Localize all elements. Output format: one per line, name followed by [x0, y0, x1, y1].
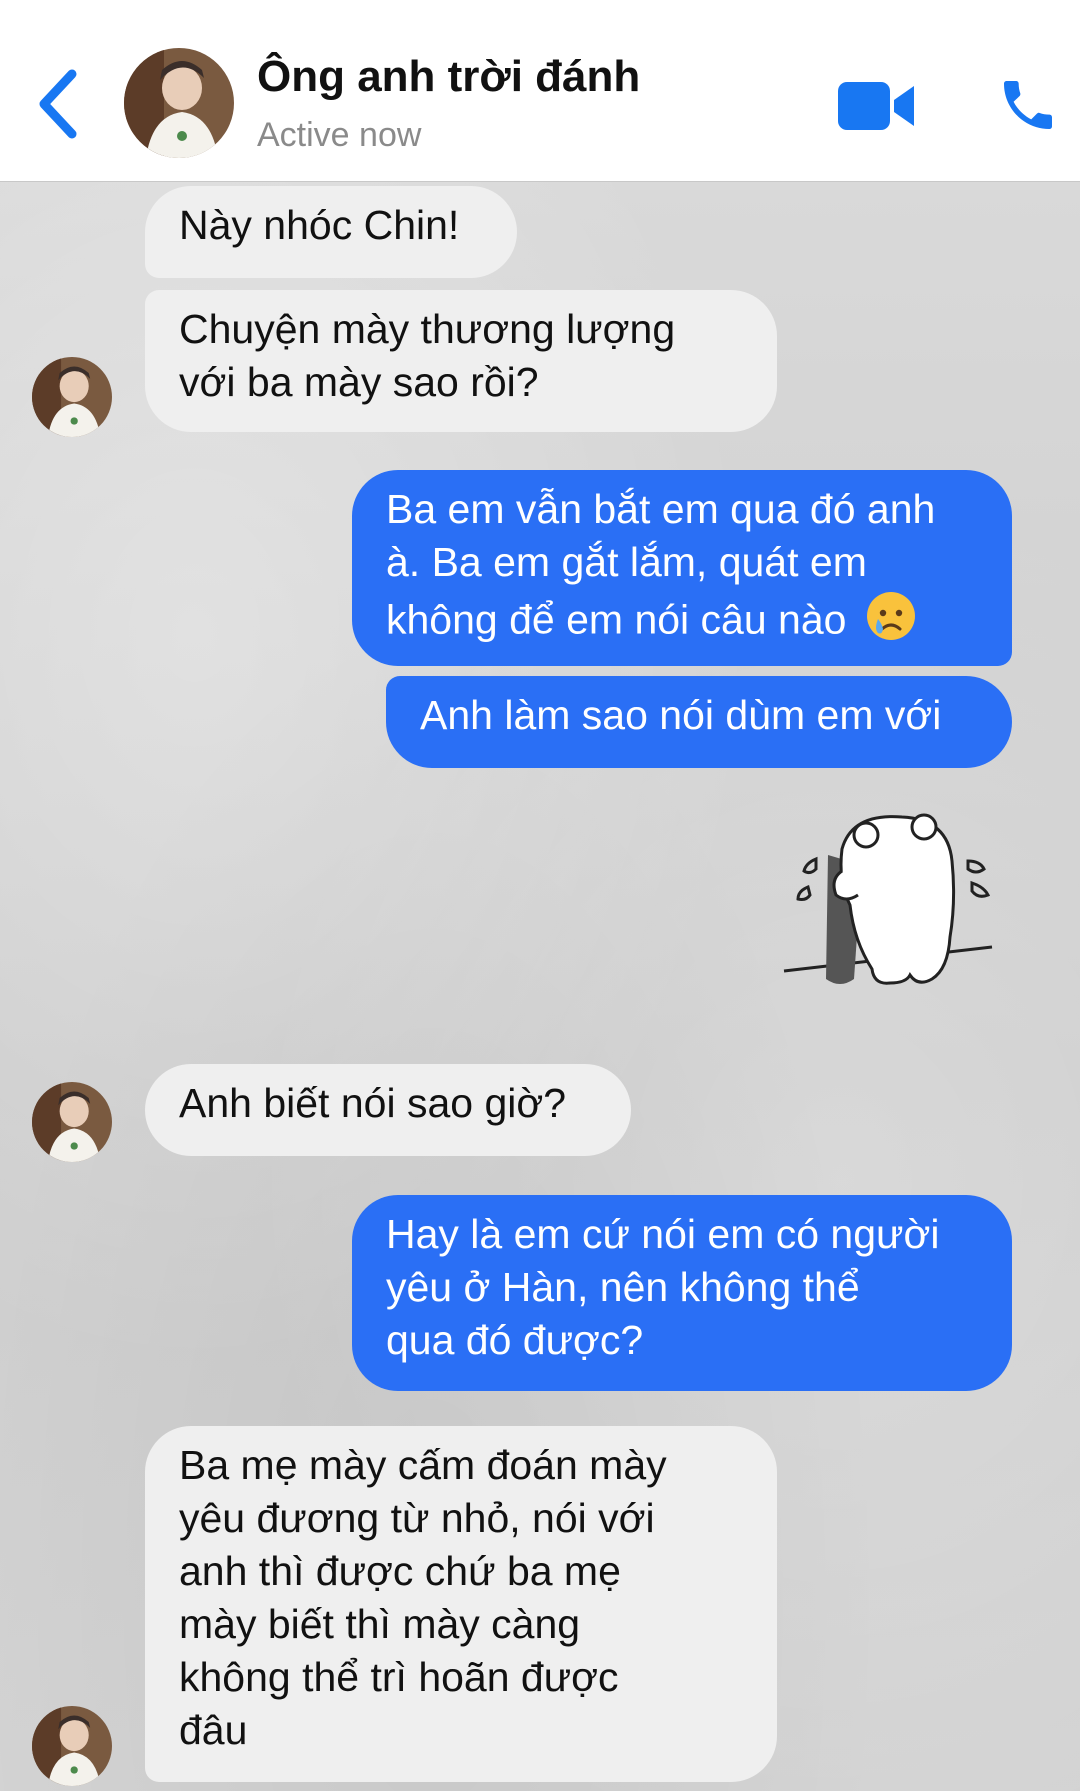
active-status: Active now — [257, 116, 422, 154]
sender-avatar[interactable] — [32, 357, 112, 437]
voice-call-button[interactable] — [996, 72, 1060, 138]
sender-avatar[interactable] — [32, 1082, 112, 1162]
incoming-message[interactable]: Chuyện mày thương lượng với ba mày sao r… — [145, 290, 777, 432]
incoming-message[interactable]: Anh biết nói sao giờ? — [145, 1064, 631, 1156]
message-text-line: yêu ở Hàn, nên không thể — [386, 1264, 860, 1310]
message-text: Anh biết nói sao giờ? — [179, 1080, 567, 1126]
message-text-line: yêu đương từ nhỏ, nói với — [179, 1495, 655, 1541]
video-camera-icon — [838, 82, 914, 130]
contact-avatar[interactable] — [124, 48, 234, 158]
message-text: Này nhóc Chin! — [179, 202, 460, 248]
phone-icon — [1004, 81, 1052, 129]
sad-tear-emoji-icon — [864, 589, 918, 656]
message-text-line: Chuyện mày thương lượng — [179, 306, 676, 352]
message-text-line: không để em nói câu nào — [386, 596, 847, 643]
video-call-button[interactable] — [836, 76, 918, 136]
message-text-line: không thể trì hoãn được — [179, 1654, 619, 1700]
outgoing-message[interactable]: Hay là em cứ nói em có người yêu ở Hàn, … — [352, 1195, 1012, 1391]
message-text-line: Hay là em cứ nói em có người — [386, 1211, 940, 1257]
chevron-left-icon — [39, 69, 77, 139]
message-text-line: Ba em vẫn bắt em qua đó anh — [386, 486, 936, 532]
crying-bear-sticker[interactable] — [782, 809, 1014, 1001]
chat-header: Ông anh trời đánh Active now — [0, 0, 1080, 182]
message-text-line: à. Ba em gắt lắm, quát em — [386, 539, 867, 585]
message-text-line: đâu — [179, 1707, 248, 1753]
sender-avatar[interactable] — [32, 1706, 112, 1786]
back-button[interactable] — [36, 68, 86, 140]
message-text-line: mày biết thì mày càng — [179, 1601, 581, 1647]
message-text: Anh làm sao nói dùm em với — [420, 692, 942, 738]
message-text-line: qua đó được? — [386, 1317, 644, 1363]
message-text-line: anh thì được chứ ba mẹ — [179, 1548, 621, 1594]
incoming-message[interactable]: Này nhóc Chin! — [145, 186, 517, 278]
outgoing-message[interactable]: Ba em vẫn bắt em qua đó anh à. Ba em gắt… — [352, 470, 1012, 666]
message-text-line: Ba mẹ mày cấm đoán mày — [179, 1442, 667, 1488]
message-text-line: với ba mày sao rồi? — [179, 359, 539, 405]
outgoing-message[interactable]: Anh làm sao nói dùm em với — [386, 676, 1012, 768]
incoming-message[interactable]: Ba mẹ mày cấm đoán mày yêu đương từ nhỏ,… — [145, 1426, 777, 1782]
contact-name[interactable]: Ông anh trời đánh — [257, 52, 640, 102]
message-list[interactable]: Này nhóc Chin! Chuyện mày thương lượng v… — [0, 182, 1080, 1791]
